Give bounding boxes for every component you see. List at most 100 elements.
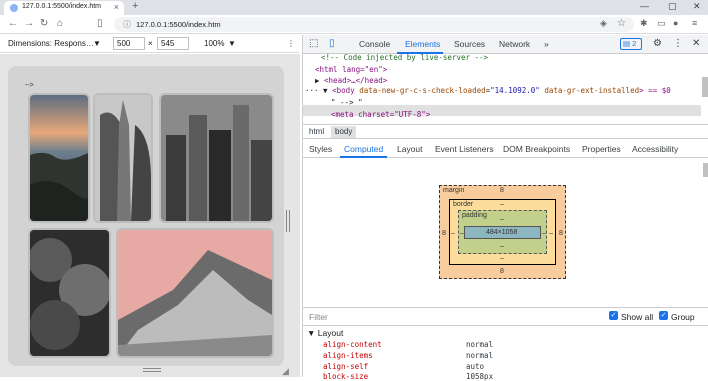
photo-pine-image	[30, 230, 109, 356]
photo-city-image	[161, 95, 272, 221]
dimensions-dropdown[interactable]: Dimensions: Respons…	[8, 39, 94, 48]
section-layout[interactable]: ▼ Layout	[307, 328, 343, 338]
window-close-icon[interactable]: ✕	[693, 1, 701, 12]
padding-left-value[interactable]: –	[460, 230, 464, 237]
group-checkbox[interactable]: ✓	[659, 311, 668, 320]
new-tab-button[interactable]: +	[132, 0, 138, 12]
prop-name[interactable]: align-items	[323, 351, 373, 360]
dom-line-html[interactable]: <html lang="en">	[315, 65, 387, 74]
photo-pine-branches[interactable]	[30, 230, 109, 356]
page-code-text: -->	[25, 82, 34, 89]
reload-icon[interactable]: ↻	[40, 18, 48, 29]
prop-value: normal	[466, 351, 494, 360]
width-input[interactable]: 500	[113, 37, 145, 50]
margin-left-value[interactable]: 8	[442, 230, 446, 237]
settings-gear-icon[interactable]: ⚙	[653, 38, 662, 49]
times-sign: ×	[148, 39, 153, 48]
margin-right-value[interactable]: 8	[559, 230, 563, 237]
tab-network[interactable]: Network	[499, 39, 530, 49]
padding-top-value[interactable]: –	[500, 216, 504, 223]
sidebar-icon[interactable]: ▭	[657, 18, 666, 29]
resize-handle-corner[interactable]: ◢	[282, 366, 289, 377]
more-options-icon[interactable]: ⋮	[287, 39, 295, 48]
border-left-value[interactable]: –	[451, 230, 455, 237]
devtools-panel: ⬚ ▯ Console Elements Sources Network » ▤…	[302, 35, 708, 381]
extensions-icon[interactable]: ✱	[640, 18, 648, 29]
margin-top-value[interactable]: 8	[500, 187, 504, 194]
chevron-down-icon[interactable]: ▼	[93, 39, 101, 48]
brave-shield-icon[interactable]: ◈	[600, 18, 607, 29]
computed-filter-bar: Filter ✓ Show all ✓ Group	[303, 307, 708, 325]
resize-handle-right[interactable]	[286, 210, 290, 232]
browser-tab[interactable]: 127.0.0.1:5500/index.htm ×	[4, 1, 124, 15]
margin-label: margin	[443, 187, 465, 194]
more-tabs-icon[interactable]: »	[544, 39, 549, 49]
dom-line-comment[interactable]: <!-- Code injected by live-server -->	[321, 53, 488, 62]
tab-layout[interactable]: Layout	[397, 144, 423, 154]
devtools-scrollbar[interactable]	[703, 163, 708, 177]
prop-value: auto	[466, 362, 485, 371]
border-top-value[interactable]: –	[500, 201, 504, 208]
box-model-diagram: margin 8 8 8 8 border – – – – padding – …	[303, 159, 708, 306]
expand-arrow-icon[interactable]: ▶	[315, 76, 324, 85]
forward-icon[interactable]: →	[24, 18, 34, 29]
photo-cathedral[interactable]	[95, 95, 151, 221]
border-right-value[interactable]: –	[549, 230, 553, 237]
height-input[interactable]: 545	[157, 37, 189, 50]
padding-bottom-value[interactable]: –	[500, 243, 504, 250]
photo-city-skyline[interactable]	[161, 95, 272, 221]
padding-right-value[interactable]: –	[542, 230, 546, 237]
dom-line-head[interactable]: ▶ <head>…</head>	[315, 76, 387, 85]
filter-input[interactable]: Filter	[309, 312, 328, 322]
issues-badge[interactable]: ▤ 2	[620, 38, 642, 50]
maximize-icon[interactable]: ▢	[668, 1, 677, 12]
dom-line-text[interactable]: " --> "	[331, 98, 363, 107]
url-field[interactable]: ⓘ 127.0.0.1:5500/index.htm ☆	[114, 17, 634, 32]
devtools-tab-bar: ⬚ ▯ Console Elements Sources Network » ▤…	[303, 35, 708, 54]
tab-styles[interactable]: Styles	[309, 144, 332, 154]
chevron-down-icon[interactable]: ▼	[228, 39, 236, 48]
browser-tab-bar: 127.0.0.1:5500/index.htm × + — ▢ ✕	[0, 0, 708, 15]
more-options-icon[interactable]: ⋮	[673, 38, 683, 49]
computed-properties-list: ▼ Layout align-content normal align-item…	[303, 325, 708, 381]
tab-computed[interactable]: Computed	[344, 144, 383, 154]
back-icon[interactable]: ←	[8, 18, 18, 29]
inspect-element-icon[interactable]: ⬚	[309, 38, 318, 49]
photo-coastline-image	[30, 95, 88, 221]
profile-icon[interactable]: ●	[673, 18, 678, 28]
tab-event-listeners[interactable]: Event Listeners	[435, 144, 494, 154]
issues-count: 2	[632, 39, 637, 48]
breadcrumb-body[interactable]: body	[335, 127, 352, 136]
resize-handle-bottom[interactable]	[143, 368, 161, 372]
bookmark-icon[interactable]: ▯	[97, 18, 103, 29]
star-icon[interactable]: ☆	[617, 18, 626, 29]
tab-accessibility[interactable]: Accessibility	[632, 144, 678, 154]
breadcrumb-html[interactable]: html	[309, 127, 324, 136]
prop-name[interactable]: align-content	[323, 340, 382, 349]
photo-mountain-snow[interactable]	[118, 230, 272, 356]
dom-line-body[interactable]: ··· ▼ <body data-new-gr-c-s-check-loaded…	[305, 86, 671, 95]
border-bottom-value[interactable]: –	[500, 255, 504, 262]
tab-close-icon[interactable]: ×	[114, 2, 119, 12]
photo-coastline[interactable]	[30, 95, 88, 221]
tab-title: 127.0.0.1:5500/index.htm	[22, 3, 102, 10]
dom-scrollbar[interactable]	[702, 77, 708, 97]
content-size[interactable]: 484×1058	[486, 229, 517, 236]
zoom-dropdown[interactable]: 100%	[204, 39, 224, 48]
home-icon[interactable]: ⌂	[57, 18, 63, 29]
tab-console[interactable]: Console	[359, 39, 390, 49]
device-toggle-icon[interactable]: ▯	[329, 38, 335, 49]
close-devtools-icon[interactable]: ✕	[692, 38, 700, 49]
prop-name[interactable]: align-self	[323, 362, 368, 371]
padding-label: padding	[462, 212, 487, 219]
tab-elements[interactable]: Elements	[405, 39, 440, 49]
tab-properties[interactable]: Properties	[582, 144, 621, 154]
info-icon[interactable]: ⓘ	[123, 19, 131, 30]
tab-dom-breakpoints[interactable]: DOM Breakpoints	[503, 144, 570, 154]
tab-sources[interactable]: Sources	[454, 39, 485, 49]
browser-menu-icon[interactable]: ≡	[692, 18, 697, 28]
margin-bottom-value[interactable]: 8	[500, 268, 504, 275]
dom-line-meta[interactable]: <meta charset="UTF-8">	[331, 110, 430, 119]
show-all-checkbox[interactable]: ✓	[609, 311, 618, 320]
minimize-icon[interactable]: —	[640, 1, 649, 11]
